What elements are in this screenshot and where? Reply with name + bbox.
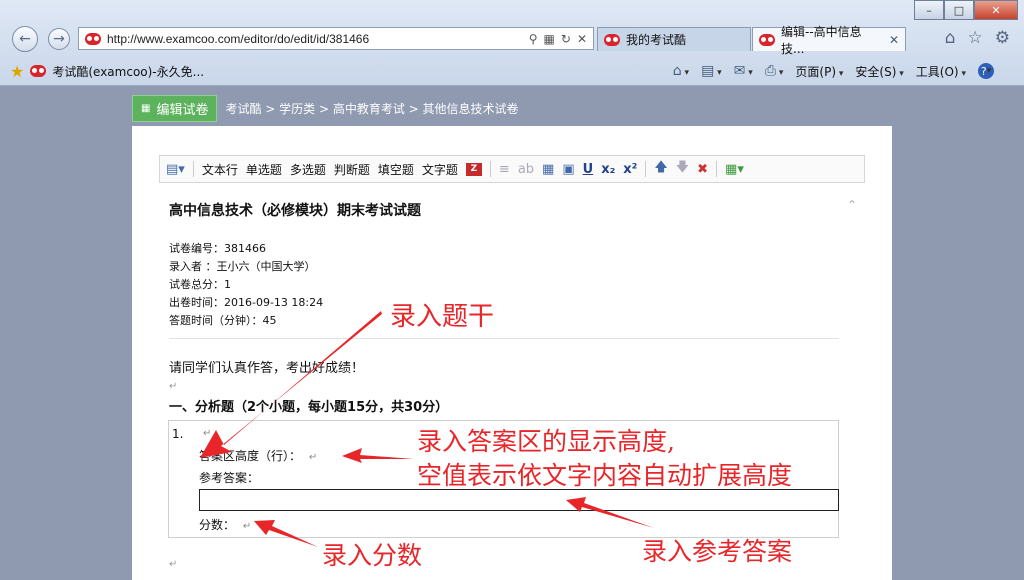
superscript-icon[interactable]: x² — [623, 162, 637, 177]
minimize-button[interactable]: – — [914, 0, 944, 20]
section-heading[interactable]: 一、分析题（2个小题，每小题15分，共30分） — [169, 396, 841, 415]
editor-paper: ▤▾ 文本行 单选题 多选题 判断题 填空题 文字题 Z ≡ ab ▦ ▣ U … — [132, 126, 892, 580]
reference-answer-label: 参考答案： — [199, 471, 260, 485]
subscript-icon[interactable]: x₂ — [601, 162, 615, 177]
edit-exam-label: 编辑试卷 — [156, 103, 209, 118]
text-style-icon[interactable]: ab — [518, 162, 534, 177]
rss-feed-icon[interactable]: ▤ — [701, 63, 722, 79]
breadcrumb-bar: ▦ 编辑试卷 考试酷 > 学历类 > 高中教育考试 > 其他信息技术试卷 — [132, 95, 519, 122]
indent-icon[interactable]: ≡ — [499, 162, 510, 177]
meta-author: 录入者 ：王小六（中国大学） — [169, 260, 316, 273]
window-controls: – □ ✕ — [914, 0, 1018, 20]
command-bar: ★ 考试酷(examcoo)-永久免... ⌂ ▤ ✉ ⎙ 页面(P) 安全(S… — [0, 56, 1024, 86]
tools-menu[interactable]: 工具(O) — [916, 63, 966, 80]
toolbar-divider — [192, 161, 194, 177]
toolbar-text-question[interactable]: 文字题 — [422, 161, 458, 178]
divider — [169, 338, 839, 339]
maximize-button[interactable]: □ — [944, 0, 974, 20]
annotation-height-line1: 录入答案区的显示高度, — [417, 427, 675, 456]
forward-button[interactable]: → — [48, 28, 70, 50]
favorites-bar-item[interactable]: ★ 考试酷(examcoo)-永久免... — [10, 62, 204, 81]
tab-edit-exam[interactable]: 编辑--高中信息技... ✕ — [752, 25, 906, 56]
safety-menu[interactable]: 安全(S) — [855, 63, 903, 80]
question-number: 1. — [172, 427, 184, 441]
favorite-label: 考试酷(examcoo)-永久免... — [52, 64, 205, 79]
add-favorite-star-icon[interactable]: ★ — [10, 62, 24, 81]
toolbar-divider — [645, 161, 647, 177]
compat-view-icon[interactable]: ▦ — [544, 32, 555, 46]
settings-gear-icon[interactable]: ⚙ — [995, 28, 1010, 48]
site-favicon-icon — [85, 32, 101, 45]
address-bar[interactable]: http://www.examcoo.com/editor/do/edit/id… — [78, 27, 594, 50]
back-arrow-icon: ← — [19, 31, 31, 47]
editor-toolbar: ▤▾ 文本行 单选题 多选题 判断题 填空题 文字题 Z ≡ ab ▦ ▣ U … — [159, 155, 865, 183]
search-icon[interactable]: ⚲ — [529, 32, 538, 46]
toolbar-single-choice[interactable]: 单选题 — [246, 161, 282, 178]
paragraph-mark-icon: ↵ — [169, 559, 178, 570]
delete-icon[interactable]: ✖ — [697, 162, 708, 177]
toolbar-fill-blank[interactable]: 填空题 — [378, 161, 414, 178]
stop-icon[interactable]: ✕ — [577, 32, 587, 46]
question-stem-input[interactable]: ↵ — [199, 425, 211, 439]
paragraph-mark-icon: ↵ — [308, 452, 318, 463]
help-icon[interactable]: ? — [978, 63, 994, 79]
answer-height-label: 答案区高度（行）： — [199, 449, 302, 463]
annotation-stem: 录入题干 — [390, 302, 495, 332]
meta-total-score: 试卷总分：1 — [169, 278, 231, 291]
toolbar-text-line[interactable]: 文本行 — [202, 161, 238, 178]
toolbar-divider — [716, 161, 718, 177]
tab-close-icon[interactable]: ✕ — [889, 33, 899, 47]
exam-meta: 试卷编号：381466 录入者 ：王小六（中国大学） 试卷总分：1 出卷时间：2… — [169, 240, 841, 330]
close-window-button[interactable]: ✕ — [974, 0, 1018, 20]
score-row[interactable]: 分数： ↵ — [199, 516, 251, 533]
home-icon[interactable]: ⌂ — [945, 28, 956, 48]
move-up-icon[interactable]: 🡅 — [654, 158, 667, 180]
tab-label: 编辑--高中信息技... — [781, 24, 862, 56]
edit-exam-button[interactable]: ▦ 编辑试卷 — [132, 95, 218, 122]
document: 高中信息技术（必修模块）期末考试试题 试卷编号：381466 录入者 ：王小六（… — [169, 196, 841, 415]
score-label: 分数： — [199, 518, 236, 532]
z-icon[interactable]: Z — [465, 162, 482, 176]
reference-answer-input[interactable] — [199, 489, 839, 511]
home-dropdown-icon[interactable]: ⌂ — [673, 63, 689, 79]
refresh-icon[interactable]: ↻ — [561, 32, 571, 46]
tab-label: 我的考试酷 — [626, 33, 687, 47]
breadcrumb[interactable]: 考试酷 > 学历类 > 高中教育考试 > 其他信息技术试卷 — [225, 100, 518, 117]
toolbar-divider — [489, 161, 491, 177]
print-icon[interactable]: ⎙ — [765, 63, 784, 79]
paragraph-mark-icon: ↵ — [242, 521, 252, 532]
page-menu[interactable]: 页面(P) — [795, 63, 843, 80]
annotation-score: 录入分数 — [322, 541, 423, 570]
back-button[interactable]: ← — [12, 26, 38, 52]
exam-intro[interactable]: 请同学们认真作答，考出好成绩！ — [169, 357, 841, 376]
favorite-favicon-icon — [30, 65, 47, 77]
annotation-answer: 录入参考答案 — [642, 537, 793, 566]
tab-favicon-icon — [759, 33, 775, 46]
grid-icon: ▦ — [141, 103, 151, 114]
exam-title[interactable]: 高中信息技术（必修模块）期末考试试题 — [169, 200, 841, 220]
mail-icon[interactable]: ✉ — [734, 63, 753, 79]
tab-favicon-icon — [604, 33, 620, 46]
toolbar-true-false[interactable]: 判断题 — [334, 161, 370, 178]
tab-my-examcoo[interactable]: 我的考试酷 — [597, 27, 751, 51]
table-icon[interactable]: ▦ — [542, 162, 554, 177]
meta-exam-id: 试卷编号：381466 — [169, 242, 266, 255]
browser-chrome: – □ ✕ ← → http://www.examcoo.com/editor/… — [0, 0, 1024, 86]
address-url[interactable]: http://www.examcoo.com/editor/do/edit/id… — [107, 32, 529, 46]
image-icon[interactable]: ▣ — [562, 162, 574, 177]
underline-icon[interactable]: U — [583, 162, 594, 177]
meta-duration: 答题时间（分钟）：45 — [169, 314, 277, 327]
answer-height-row[interactable]: 答案区高度（行）： ↵ — [199, 447, 317, 464]
meta-created-time: 出卷时间：2016-09-13 18:24 — [169, 296, 324, 309]
columns-icon[interactable]: ▤▾ — [166, 162, 185, 177]
favorites-star-icon[interactable]: ☆ — [968, 28, 983, 48]
annotation-height-line2: 空值表示依文字内容自动扩展高度 — [417, 461, 793, 490]
paragraph-mark-icon: ↵ — [169, 381, 178, 392]
add-block-icon[interactable]: ▦▾ — [725, 162, 744, 177]
move-down-icon[interactable]: 🡇 — [676, 158, 689, 180]
forward-arrow-icon: → — [53, 31, 65, 47]
paragraph-mark-icon: ↵ — [203, 428, 212, 439]
scroll-up-icon[interactable]: ⌃ — [847, 198, 857, 212]
toolbar-multi-choice[interactable]: 多选题 — [290, 161, 326, 178]
